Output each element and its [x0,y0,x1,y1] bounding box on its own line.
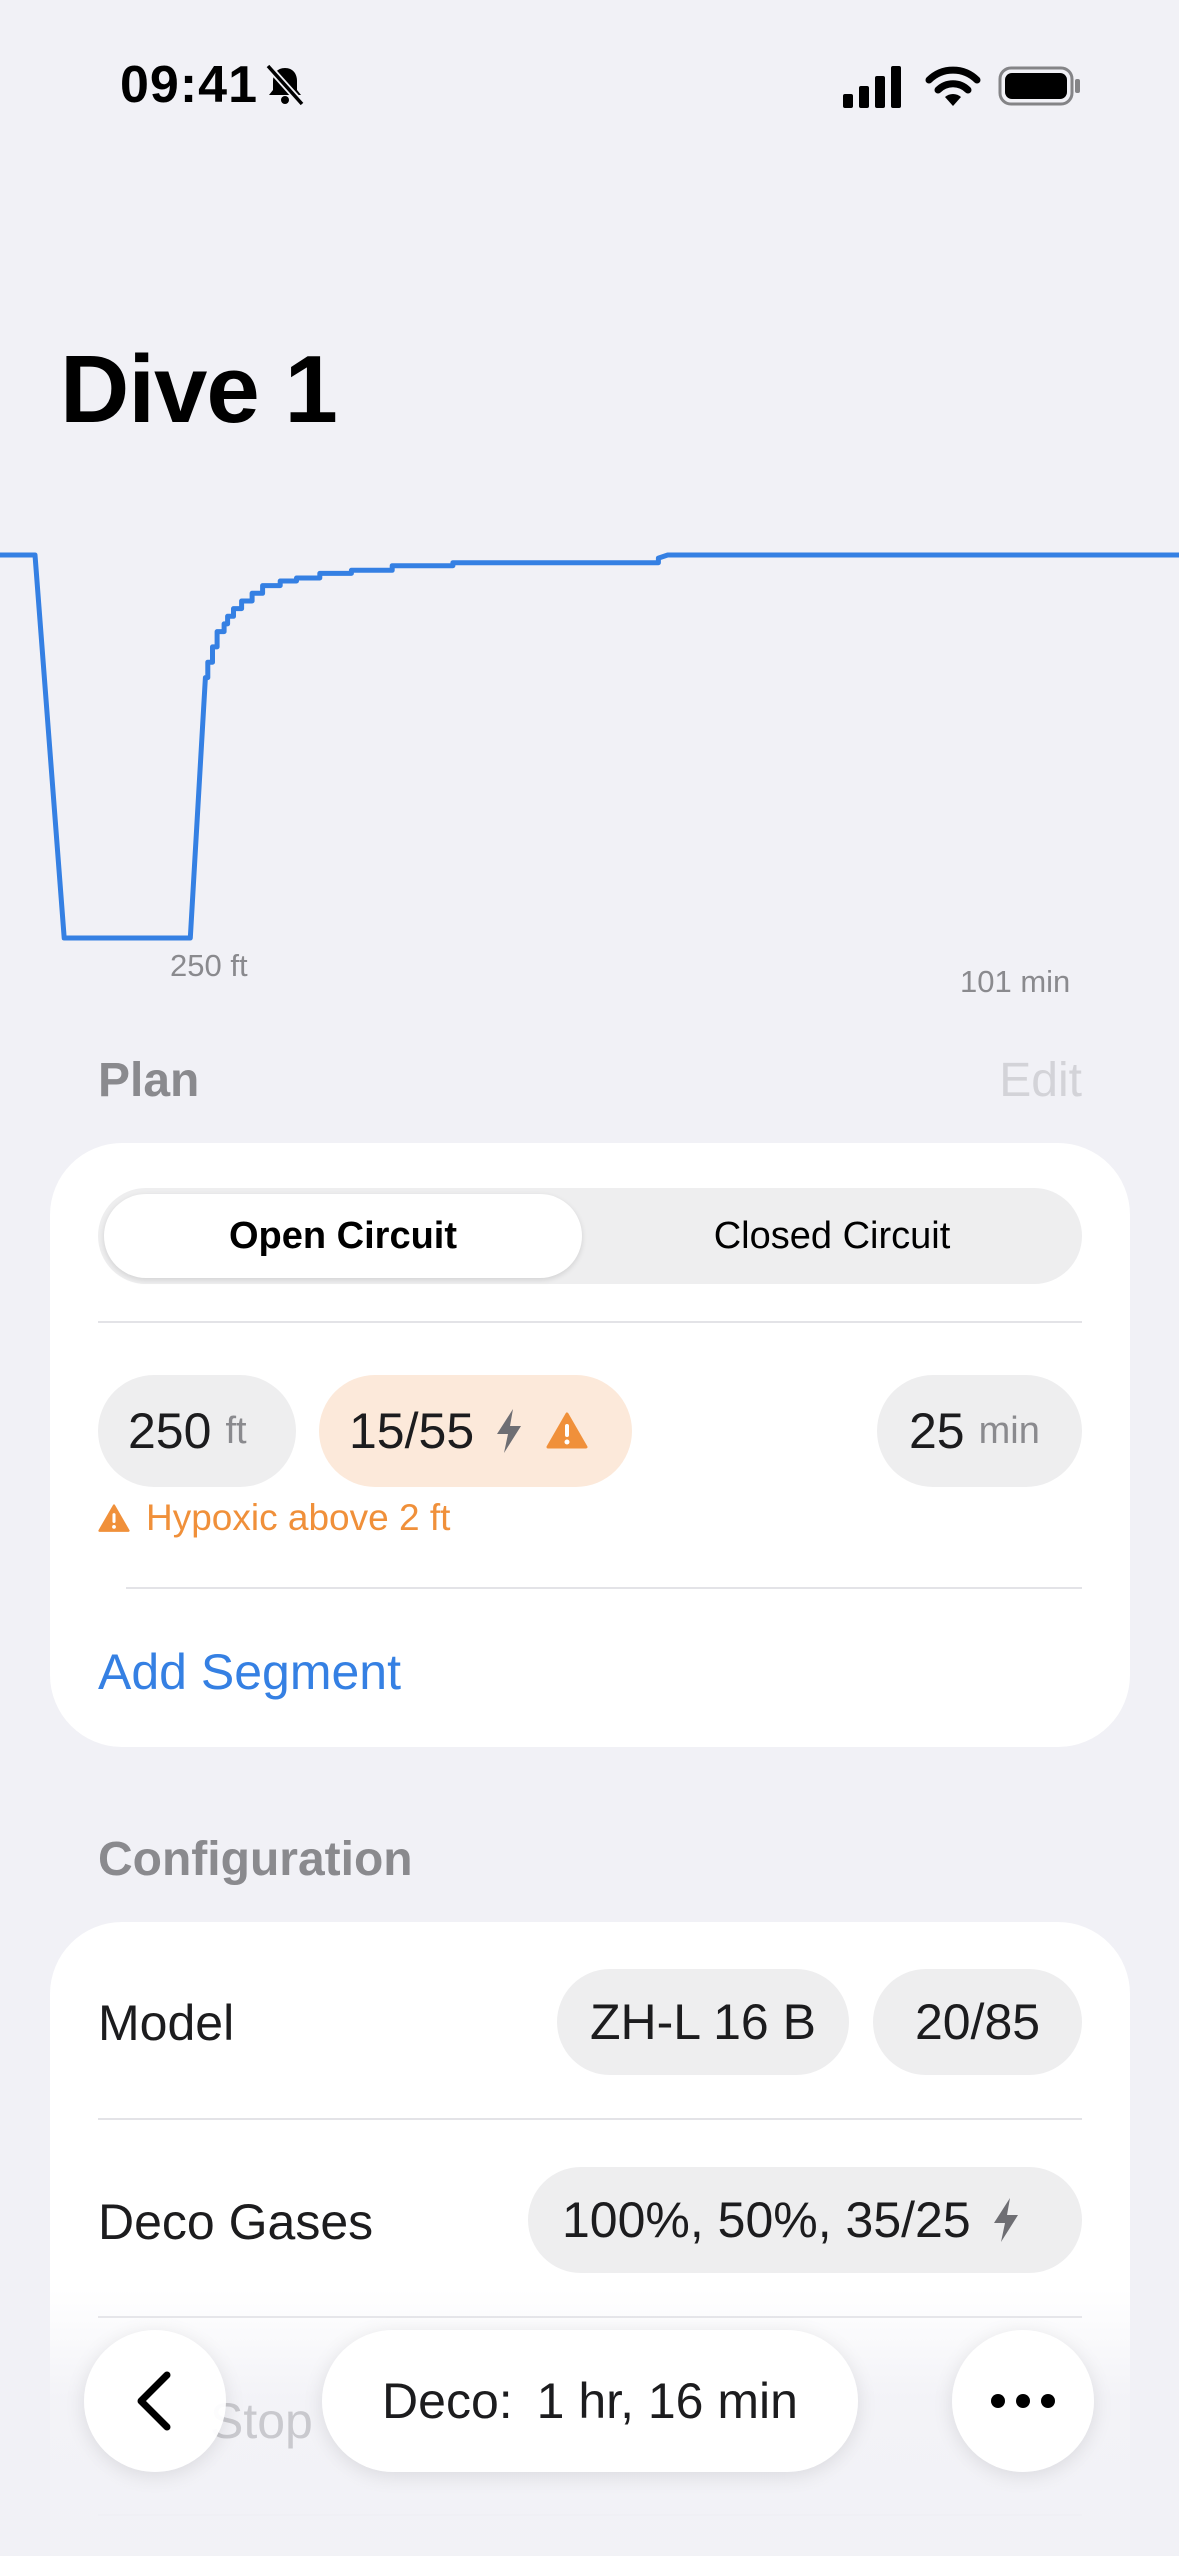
model-label: Model [98,1995,235,2051]
depth-profile-line [0,552,1179,941]
deco-value: 1 hr, 16 min [536,2373,798,2429]
warning-icon [98,1503,130,1532]
hypoxic-warning-text: Hypoxic above 2 ft [146,1497,451,1538]
deco-gases-label: Deco Gases [98,2194,374,2250]
divider [98,2118,1082,2120]
plan-card: Open Circuit Closed Circuit 250 ft 15/55… [50,1143,1130,1747]
deco-gases-value: 100%, 50%, 35/25 [562,2192,971,2248]
ellipsis-icon [991,2394,1055,2408]
time-unit: min [978,1409,1040,1452]
page-title: Dive 1 [60,336,338,443]
bolt-icon [497,1409,522,1453]
depth-pill[interactable]: 250 ft [98,1375,296,1487]
open-circuit-tab[interactable]: Open Circuit [104,1194,582,1278]
bell-slash-icon [265,63,305,107]
deco-gases-pill[interactable]: 100%, 50%, 35/25 [528,2167,1082,2273]
model-value: ZH-L 16 B [589,1994,816,2050]
total-time-label: 101 min [960,964,1071,999]
status-time: 09:41 [120,56,258,114]
deco-label: Deco: [382,2373,513,2429]
configuration-header: Configuration [98,1833,413,1886]
more-button[interactable] [952,2330,1094,2472]
depth-unit: ft [225,1409,247,1452]
gradient-factor-value: 20/85 [914,1994,1041,2050]
divider [126,1587,1082,1589]
screen: 09:41 Dive 1 250 ft 101 min Plan Edit Op… [0,0,1179,2556]
time-pill[interactable]: 25 min [877,1375,1082,1487]
cellular-signal-icon [843,66,901,108]
chevron-left-icon [137,2371,171,2431]
depth-value: 250 [128,1403,212,1459]
model-pill[interactable]: ZH-L 16 B [557,1969,849,2075]
max-depth-label: 250 ft [170,948,248,983]
bolt-icon [993,2198,1018,2242]
gradient-factor-pill[interactable]: 20/85 [873,1969,1082,2075]
warning-icon [546,1412,588,1449]
circuit-segmented-control: Open Circuit Closed Circuit [98,1188,1082,1284]
gas-value: 15/55 [349,1403,475,1459]
closed-circuit-tab[interactable]: Closed Circuit [588,1194,1076,1278]
hypoxic-warning: Hypoxic above 2 ft [98,1497,450,1539]
edit-button[interactable]: Edit [999,1053,1082,1108]
gas-pill[interactable]: 15/55 [319,1375,632,1487]
wifi-icon [925,66,981,106]
deco-summary-pill[interactable]: Deco: 1 hr, 16 min [322,2330,858,2472]
plan-header: Plan [98,1054,200,1107]
divider [98,1321,1082,1323]
battery-icon [998,66,1080,106]
dive-profile-chart [0,552,1179,941]
back-button[interactable] [84,2330,226,2472]
time-value: 25 [909,1403,965,1459]
add-segment-button[interactable]: Add Segment [98,1643,401,1701]
